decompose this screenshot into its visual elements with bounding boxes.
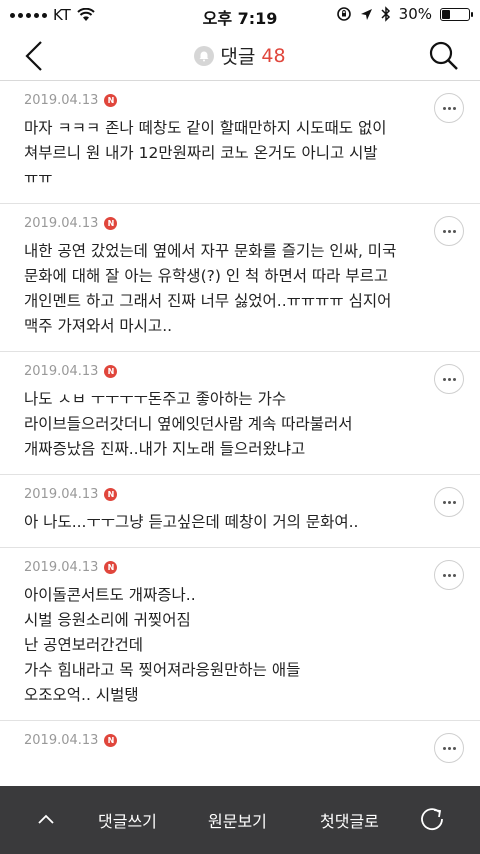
comment-item: 2019.04.13 N 아이돌콘서트도 개짜증나.. 시벌 응원소리에 귀찢어… <box>0 548 480 721</box>
page-title: 댓글 48 <box>0 42 480 69</box>
comment-text: 아 나도...ㅜㅜ그냥 듣고싶은데 떼창이 거의 문화여.. <box>24 513 359 531</box>
orientation-lock-icon <box>336 7 351 21</box>
comment-item: 2019.04.13 N 내한 공연 갔었는데 옆에서 자꾸 문화를 즐기는 인… <box>0 204 480 352</box>
comment-item: 2019.04.13 N <box>0 721 480 768</box>
first-comment-button[interactable]: 첫댓글로 <box>320 808 379 832</box>
status-bar: KT 오후 7:19 30% <box>0 0 480 30</box>
more-options-button[interactable] <box>434 364 464 394</box>
nav-bar: 댓글 48 <box>0 30 480 81</box>
comment-meta: 2019.04.13 N <box>24 364 420 379</box>
view-original-button[interactable]: 원문보기 <box>208 808 267 832</box>
more-options-button[interactable] <box>434 733 464 763</box>
comment-text: 마자 ㅋㅋㅋ 존나 떼창도 같이 할때만하지 시도때도 없이 쳐부르니 원 내가… <box>24 119 387 187</box>
comment-meta: 2019.04.13 N <box>24 216 420 231</box>
write-comment-button[interactable]: 댓글쓰기 <box>98 808 157 832</box>
bottom-toolbar: 댓글쓰기 원문보기 첫댓글로 <box>0 786 480 854</box>
comment-text: 나도 ㅅㅂ ㅜㅜㅜㅜ돈주고 좋아하는 가수 라이브들으러갓더니 옆에잇던사람 계… <box>24 390 353 458</box>
comment-text: 내한 공연 갔었는데 옆에서 자꾸 문화를 즐기는 인싸, 미국 문화에 대해 … <box>24 242 397 335</box>
comment-meta: 2019.04.13 N <box>24 487 420 502</box>
new-badge: N <box>104 488 118 501</box>
comment-text: 아이돌콘서트도 개짜증나.. 시벌 응원소리에 귀찢어짐 난 공연보러간건데 가… <box>24 586 301 704</box>
new-badge: N <box>104 734 118 747</box>
status-right: 30% <box>336 5 473 23</box>
more-options-button[interactable] <box>434 216 464 246</box>
new-badge: N <box>104 94 118 107</box>
search-button[interactable] <box>426 38 462 74</box>
battery-icon <box>440 7 473 21</box>
battery-percent: 30% <box>398 5 432 23</box>
comment-meta: 2019.04.13 N <box>24 733 420 748</box>
comment-list: 2019.04.13 N 마자 ㅋㅋㅋ 존나 떼창도 같이 할때만하지 시도때도… <box>0 81 480 768</box>
comment-date: 2019.04.13 <box>24 560 99 575</box>
new-badge: N <box>104 561 118 574</box>
comment-meta: 2019.04.13 N <box>24 560 420 575</box>
comment-date: 2019.04.13 <box>24 93 99 108</box>
comment-date: 2019.04.13 <box>24 733 99 748</box>
comment-date: 2019.04.13 <box>24 364 99 379</box>
more-options-button[interactable] <box>434 487 464 517</box>
comment-item: 2019.04.13 N 마자 ㅋㅋㅋ 존나 떼창도 같이 할때만하지 시도때도… <box>0 81 480 204</box>
comment-meta: 2019.04.13 N <box>24 93 420 108</box>
comment-date: 2019.04.13 <box>24 216 99 231</box>
new-badge: N <box>104 217 118 230</box>
more-options-button[interactable] <box>434 560 464 590</box>
bell-icon[interactable] <box>194 45 215 66</box>
new-badge: N <box>104 365 118 378</box>
refresh-button[interactable] <box>418 804 446 832</box>
comment-item: 2019.04.13 N 나도 ㅅㅂ ㅜㅜㅜㅜ돈주고 좋아하는 가수 라이브들으… <box>0 352 480 475</box>
comment-date: 2019.04.13 <box>24 487 99 502</box>
comment-count: 48 <box>261 44 286 67</box>
bluetooth-icon <box>381 6 390 22</box>
chevron-up-icon <box>38 814 54 824</box>
comment-item: 2019.04.13 N 아 나도...ㅜㅜ그냥 듣고싶은데 떼창이 거의 문화… <box>0 475 480 548</box>
more-options-button[interactable] <box>434 93 464 123</box>
scroll-top-button[interactable] <box>35 808 57 830</box>
location-icon <box>360 8 372 20</box>
title-text: 댓글 <box>220 46 256 68</box>
battery-level <box>442 9 450 19</box>
